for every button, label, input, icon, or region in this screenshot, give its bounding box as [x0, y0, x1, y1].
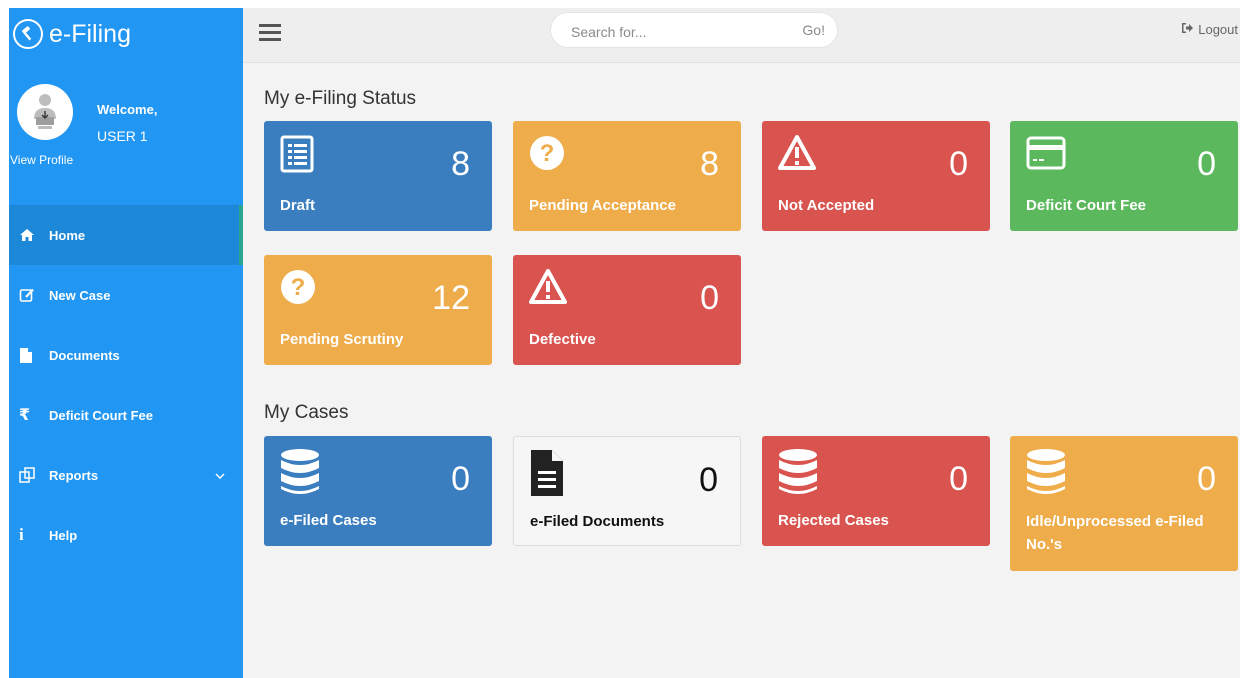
rupee-icon: ₹ [19, 407, 31, 424]
card-count: 8 [700, 145, 719, 183]
card-count: 0 [451, 460, 470, 498]
status-section-title: My e-Filing Status [264, 88, 417, 109]
search-input[interactable] [569, 21, 773, 43]
username: USER 1 [97, 128, 148, 144]
logout-button[interactable]: Logout [1181, 22, 1238, 37]
cases-section-title: My Cases [264, 402, 349, 423]
card-label: Pending Acceptance [529, 197, 676, 214]
case-card-rejected-cases[interactable]: 0 Rejected Cases [762, 436, 990, 546]
document-icon [19, 345, 41, 365]
warning-icon [529, 269, 569, 309]
status-card-draft[interactable]: 8 Draft [264, 121, 492, 231]
sidebar-item-label: Help [49, 527, 78, 543]
card-label: Idle/Unprocessed e-Filed No.'s [1026, 513, 1204, 553]
card-label: e-Filed Cases [280, 512, 377, 529]
database-icon [778, 449, 818, 494]
status-card-not-accepted[interactable]: 0 Not Accepted [762, 121, 990, 231]
status-card-pending-acceptance[interactable]: ? 8 Pending Acceptance [513, 121, 741, 231]
sidebar-item-new-case[interactable]: New Case [9, 265, 243, 325]
sidebar-item-reports[interactable]: Reports [9, 445, 243, 505]
sidebar-item-documents[interactable]: Documents [9, 325, 243, 385]
card-count: 0 [1197, 145, 1216, 183]
card-count: 0 [1197, 460, 1216, 498]
card-count: 12 [432, 279, 470, 317]
list-icon [280, 135, 320, 175]
reports-icon [19, 465, 41, 485]
avatar[interactable] [17, 84, 73, 140]
case-card-e-filed-documents[interactable]: 0 e-Filed Documents [513, 436, 741, 546]
database-icon [280, 449, 320, 494]
logout-label: Logout [1198, 22, 1238, 37]
card-label: Pending Scrutiny [280, 331, 404, 348]
view-profile-link[interactable]: View Profile [10, 153, 73, 167]
sign-out-icon [1181, 22, 1194, 37]
card-label: Not Accepted [778, 197, 875, 214]
sidebar-nav: Home New Case Documents ₹ Deficit Court … [9, 205, 243, 565]
status-card-deficit-court-fee[interactable]: 0 Deficit Court Fee [1010, 121, 1238, 231]
chevron-down-icon[interactable] [215, 468, 225, 482]
sidebar: e-Filing Welcome, USER 1 View Profile Ho… [9, 8, 243, 678]
sidebar-item-deficit-court-fee[interactable]: ₹ Deficit Court Fee [9, 385, 243, 445]
status-card-defective[interactable]: 0 Defective [513, 255, 741, 365]
card-label: Rejected Cases [778, 512, 889, 529]
menu-toggle-icon[interactable] [259, 22, 281, 42]
card-label: e-Filed Documents [530, 513, 665, 530]
question-icon: ? [280, 269, 320, 309]
card-count: 0 [949, 460, 968, 498]
warning-icon [778, 135, 818, 175]
brand-name: e-Filing [49, 19, 131, 48]
sidebar-item-help[interactable]: i Help [9, 505, 243, 565]
card-label: Deficit Court Fee [1026, 197, 1147, 214]
info-icon: i [19, 525, 24, 544]
credit-card-icon [1026, 135, 1066, 175]
edit-icon [19, 285, 41, 305]
status-card-pending-scrutiny[interactable]: ? 12 Pending Scrutiny [264, 255, 492, 365]
sidebar-item-label: Deficit Court Fee [49, 407, 154, 423]
main-content: Go! Logout My e-Filing Status 8 Draft ? … [243, 8, 1240, 678]
card-label: Defective [529, 331, 596, 348]
home-icon [19, 225, 41, 245]
card-count: 8 [451, 145, 470, 183]
card-count: 0 [949, 145, 968, 183]
top-bar: Go! Logout [243, 8, 1240, 63]
sidebar-item-home[interactable]: Home [9, 205, 243, 265]
case-card-idle-unprocessed[interactable]: 0 Idle/Unprocessed e-Filed No.'s [1010, 436, 1238, 571]
svg-text:?: ? [291, 274, 306, 301]
sidebar-item-label: New Case [49, 287, 111, 303]
search-box: Go! [550, 12, 838, 48]
search-go-button[interactable]: Go! [802, 22, 825, 38]
card-label: Draft [280, 197, 316, 214]
card-count: 0 [700, 279, 719, 317]
brand[interactable]: e-Filing [13, 14, 131, 54]
welcome-text: Welcome, [97, 102, 158, 117]
file-icon [530, 450, 570, 496]
sidebar-item-label: Home [49, 227, 86, 243]
svg-text:?: ? [540, 140, 555, 167]
sidebar-item-label: Reports [49, 467, 99, 483]
case-card-e-filed-cases[interactable]: 0 e-Filed Cases [264, 436, 492, 546]
database-icon [1026, 449, 1066, 494]
question-icon: ? [529, 135, 569, 175]
gavel-icon [13, 19, 43, 49]
card-count: 0 [699, 461, 718, 499]
sidebar-item-label: Documents [49, 347, 120, 363]
